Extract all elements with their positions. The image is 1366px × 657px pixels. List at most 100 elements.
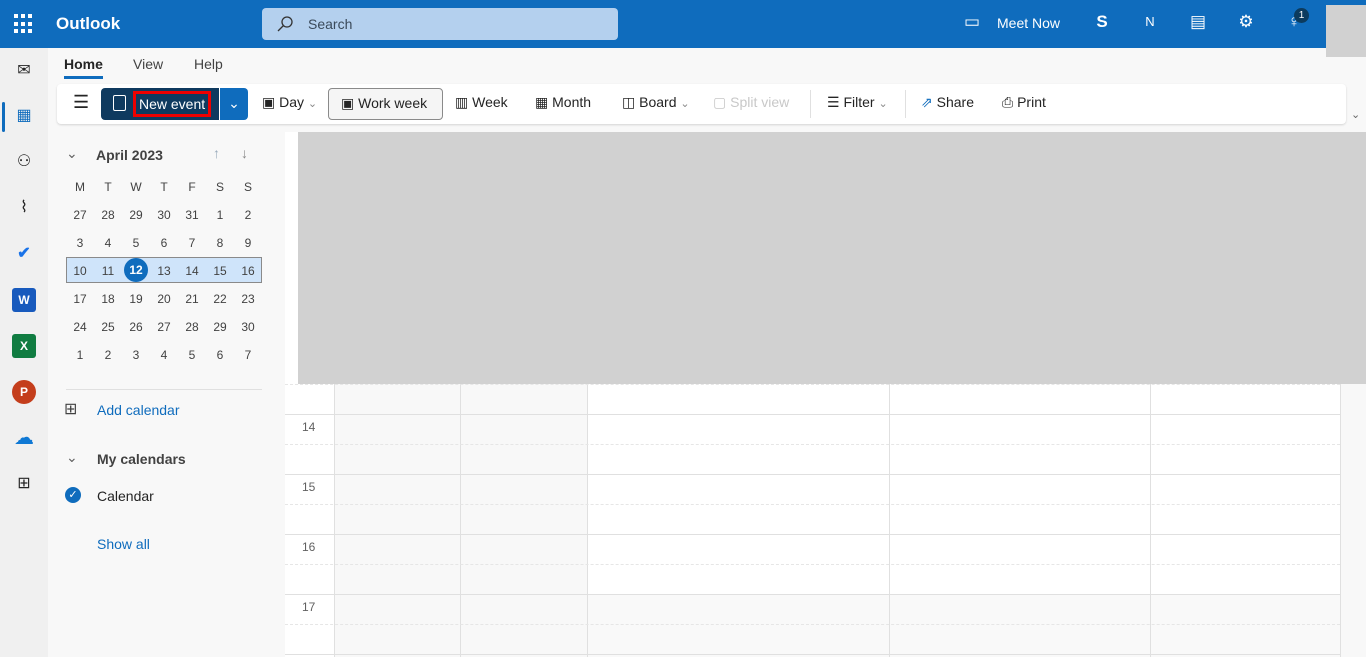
month-view-button[interactable]: ▦ Month [535,94,591,111]
calendar-day[interactable]: 26 [122,320,150,334]
previous-month-arrow-icon[interactable]: ↑ [213,145,220,161]
calendar-day[interactable]: 1 [66,348,94,362]
new-event-label: New event [133,91,211,117]
calendar-day[interactable]: 22 [206,292,234,306]
new-event-button[interactable]: New event [101,88,219,120]
powerpoint-icon[interactable]: P [12,380,36,404]
calendar-day[interactable]: 28 [94,208,122,222]
half-hour-line [285,624,1340,625]
share-icon: ⇗ [921,94,933,110]
calendar-day[interactable]: 6 [150,236,178,250]
todo-icon[interactable]: ✔ [12,242,36,266]
board-view-button[interactable]: ◫ Board ⌄ [622,94,690,111]
onedrive-icon[interactable]: ☁ [12,426,36,450]
add-calendar-link[interactable]: Add calendar [97,402,180,418]
calendar-day[interactable]: 30 [150,208,178,222]
collapse-my-calendars-icon[interactable]: ⌄ [66,449,78,466]
calendar-day[interactable]: 31 [178,208,206,222]
skype-icon[interactable]: S [1090,12,1114,32]
calendar-day[interactable]: 15 [206,264,234,278]
calendar-day[interactable]: 24 [66,320,94,334]
calendar-checkbox-icon[interactable]: ✓ [65,487,81,503]
calendar-day[interactable]: 4 [150,348,178,362]
attachment-icon[interactable]: ⌇ [12,196,36,220]
calendar-day[interactable]: 11 [94,264,122,278]
calendar-icon[interactable]: ▦ [12,104,36,128]
more-apps-icon[interactable]: ⊞ [12,472,36,496]
calendar-day[interactable]: 1 [206,208,234,222]
calendar-day[interactable]: 3 [122,348,150,362]
today-date[interactable]: 12 [124,258,148,282]
app-title[interactable]: Outlook [56,14,120,34]
people-icon[interactable]: ⚇ [12,150,36,174]
calendar-day[interactable]: 5 [178,348,206,362]
day-view-button[interactable]: ▣ Day ⌄ [262,94,317,111]
hour-line [285,534,1340,535]
calendar-day[interactable]: 20 [150,292,178,306]
app-launcher-icon[interactable] [14,14,34,34]
share-button[interactable]: ⇗ Share [921,94,974,111]
collapse-month-icon[interactable]: ⌄ [66,145,78,162]
settings-gear-icon[interactable]: ⚙ [1234,12,1258,32]
calendar-day[interactable]: 19 [122,292,150,306]
work-week-view-button[interactable]: ▣ Work week [328,88,443,120]
calendar-day[interactable]: 29 [122,208,150,222]
calendar-day[interactable]: 5 [122,236,150,250]
week-view-button[interactable]: ▥ Week [455,94,508,111]
calendar-day[interactable]: 8 [206,236,234,250]
after-hours-area [587,594,1340,657]
calendar-day[interactable]: 10 [66,264,94,278]
show-all-link[interactable]: Show all [97,536,150,552]
tab-view[interactable]: View [133,56,163,72]
calendar-icon [113,95,126,111]
share-label: Share [936,94,974,110]
print-button[interactable]: ⎙ Print [1002,94,1046,111]
onenote-icon[interactable]: N [1138,14,1162,29]
split-view-button[interactable]: ▢ Split view [713,94,789,111]
calendar-day[interactable]: 7 [234,348,262,362]
my-day-icon[interactable]: ▤ [1186,12,1210,32]
calendar-day[interactable]: 4 [94,236,122,250]
calendar-day[interactable]: 2 [234,208,262,222]
calendar-day[interactable]: 9 [234,236,262,250]
half-hour-line [285,564,1340,565]
meet-now-button[interactable]: Meet Now [997,15,1060,31]
filter-button[interactable]: ☰ Filter ⌄ [827,94,888,111]
calendar-day[interactable]: 14 [178,264,206,278]
new-event-dropdown[interactable]: ⌄ [220,88,248,120]
calendar-day[interactable]: 23 [234,292,262,306]
avatar[interactable] [1326,5,1366,57]
mini-calendar-month[interactable]: April 2023 [96,147,163,163]
calendar-day[interactable]: 27 [66,208,94,222]
calendar-day[interactable]: 16 [234,264,262,278]
next-month-arrow-icon[interactable]: ↓ [241,145,248,161]
tab-home[interactable]: Home [64,56,103,72]
tab-help[interactable]: Help [194,56,223,72]
calendar-day[interactable]: 2 [94,348,122,362]
print-label: Print [1017,94,1046,110]
half-hour-line [285,444,1340,445]
calendar-item[interactable]: Calendar [97,488,154,504]
calendar-day[interactable]: 13 [150,264,178,278]
calendar-day[interactable]: 18 [94,292,122,306]
calendar-day[interactable]: 29 [206,320,234,334]
calendar-day[interactable]: 17 [66,292,94,306]
excel-icon[interactable]: X [12,334,36,358]
calendar-day[interactable]: 21 [178,292,206,306]
expand-ribbon-icon[interactable]: ⌄ [1351,108,1360,121]
calendar-day[interactable]: 7 [178,236,206,250]
divider [810,90,811,118]
calendar-day[interactable]: 6 [206,348,234,362]
calendar-day[interactable]: 25 [94,320,122,334]
video-camera-icon[interactable]: ▭ [960,12,984,32]
calendar-day[interactable]: 28 [178,320,206,334]
my-calendars-heading[interactable]: My calendars [97,451,186,467]
search-input[interactable]: Search [262,8,618,40]
mail-icon[interactable]: ✉ [12,59,36,83]
hamburger-menu-icon[interactable]: ☰ [73,92,89,113]
calendar-day[interactable]: 27 [150,320,178,334]
weekday-header: T [104,180,112,194]
calendar-day[interactable]: 3 [66,236,94,250]
word-icon[interactable]: W [12,288,36,312]
calendar-day[interactable]: 30 [234,320,262,334]
